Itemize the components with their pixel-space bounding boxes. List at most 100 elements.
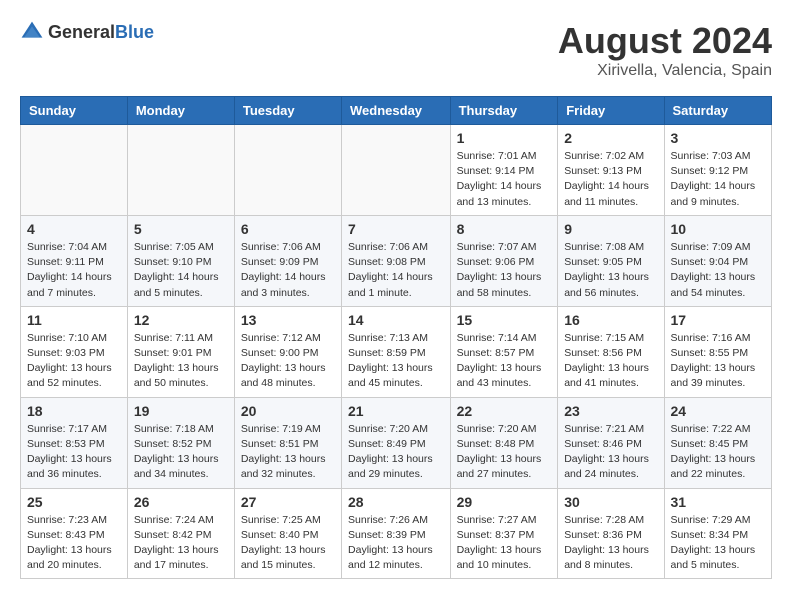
day-number: 5 bbox=[134, 221, 228, 237]
calendar-cell: 26 Sunrise: 7:24 AM Sunset: 8:42 PM Dayli… bbox=[127, 488, 234, 579]
day-info: Sunrise: 7:12 AM Sunset: 9:00 PM Dayligh… bbox=[241, 331, 335, 392]
calendar-cell: 2 Sunrise: 7:02 AM Sunset: 9:13 PM Daylig… bbox=[558, 125, 664, 216]
calendar-cell: 5Sunrise: 7:05 AM Sunset: 9:10 PM Daylig… bbox=[127, 215, 234, 306]
calendar-cell: 9Sunrise: 7:08 AM Sunset: 9:05 PM Daylig… bbox=[558, 215, 664, 306]
day-info: Sunrise: 7:18 AM Sunset: 8:52 PM Dayligh… bbox=[134, 422, 228, 483]
logo: GeneralBlue bbox=[20, 20, 154, 44]
day-info: Sunrise: 7:17 AM Sunset: 8:53 PM Dayligh… bbox=[27, 422, 121, 483]
weekday-header-saturday: Saturday bbox=[664, 97, 771, 125]
day-number: 29 bbox=[457, 494, 552, 510]
day-number: 10 bbox=[671, 221, 765, 237]
calendar-cell: 15 Sunrise: 7:14 AM Sunset: 8:57 PM Dayli… bbox=[450, 306, 558, 397]
title-area: August 2024 Xirivella, Valencia, Spain bbox=[558, 20, 772, 80]
day-info: Sunrise: 7:04 AM Sunset: 9:11 PM Dayligh… bbox=[27, 240, 121, 301]
day-info: Sunrise: 7:13 AM Sunset: 8:59 PM Dayligh… bbox=[348, 331, 444, 392]
day-number: 4 bbox=[27, 221, 121, 237]
day-number: 8 bbox=[457, 221, 552, 237]
calendar-cell: 16 Sunrise: 7:15 AM Sunset: 8:56 PM Dayli… bbox=[558, 306, 664, 397]
calendar-cell: 14 Sunrise: 7:13 AM Sunset: 8:59 PM Dayli… bbox=[342, 306, 451, 397]
day-info: Sunrise: 7:09 AM Sunset: 9:04 PM Dayligh… bbox=[671, 240, 765, 301]
day-number: 16 bbox=[564, 312, 657, 328]
logo-blue-text: Blue bbox=[115, 22, 154, 42]
calendar-cell: 28 Sunrise: 7:26 AM Sunset: 8:39 PM Dayli… bbox=[342, 488, 451, 579]
calendar-cell: 20Sunrise: 7:19 AM Sunset: 8:51 PM Dayli… bbox=[234, 397, 341, 488]
day-info: Sunrise: 7:01 AM Sunset: 9:14 PM Dayligh… bbox=[457, 149, 552, 210]
day-info: Sunrise: 7:24 AM Sunset: 8:42 PM Dayligh… bbox=[134, 513, 228, 574]
day-info: Sunrise: 7:08 AM Sunset: 9:05 PM Dayligh… bbox=[564, 240, 657, 301]
weekday-header-wednesday: Wednesday bbox=[342, 97, 451, 125]
weekday-header-monday: Monday bbox=[127, 97, 234, 125]
calendar-cell: 12 Sunrise: 7:11 AM Sunset: 9:01 PM Dayli… bbox=[127, 306, 234, 397]
calendar-week-row: 18 Sunrise: 7:17 AM Sunset: 8:53 PM Dayli… bbox=[21, 397, 772, 488]
day-info: Sunrise: 7:07 AM Sunset: 9:06 PM Dayligh… bbox=[457, 240, 552, 301]
day-number: 6 bbox=[241, 221, 335, 237]
calendar-cell: 8 Sunrise: 7:07 AM Sunset: 9:06 PM Daylig… bbox=[450, 215, 558, 306]
day-number: 14 bbox=[348, 312, 444, 328]
day-number: 21 bbox=[348, 403, 444, 419]
month-title: August 2024 bbox=[558, 20, 772, 62]
day-number: 12 bbox=[134, 312, 228, 328]
day-info: Sunrise: 7:02 AM Sunset: 9:13 PM Dayligh… bbox=[564, 149, 657, 210]
day-info: Sunrise: 7:14 AM Sunset: 8:57 PM Dayligh… bbox=[457, 331, 552, 392]
day-info: Sunrise: 7:16 AM Sunset: 8:55 PM Dayligh… bbox=[671, 331, 765, 392]
calendar-cell: 4 Sunrise: 7:04 AM Sunset: 9:11 PM Daylig… bbox=[21, 215, 128, 306]
day-number: 27 bbox=[241, 494, 335, 510]
day-number: 24 bbox=[671, 403, 765, 419]
calendar-cell bbox=[127, 125, 234, 216]
calendar-cell: 1 Sunrise: 7:01 AM Sunset: 9:14 PM Daylig… bbox=[450, 125, 558, 216]
calendar-cell: 6 Sunrise: 7:06 AM Sunset: 9:09 PM Daylig… bbox=[234, 215, 341, 306]
calendar-table: SundayMondayTuesdayWednesdayThursdayFrid… bbox=[20, 96, 772, 579]
day-info: Sunrise: 7:26 AM Sunset: 8:39 PM Dayligh… bbox=[348, 513, 444, 574]
calendar-cell: 22Sunrise: 7:20 AM Sunset: 8:48 PM Dayli… bbox=[450, 397, 558, 488]
weekday-header-tuesday: Tuesday bbox=[234, 97, 341, 125]
calendar-cell: 11Sunrise: 7:10 AM Sunset: 9:03 PM Dayli… bbox=[21, 306, 128, 397]
day-info: Sunrise: 7:22 AM Sunset: 8:45 PM Dayligh… bbox=[671, 422, 765, 483]
weekday-header-friday: Friday bbox=[558, 97, 664, 125]
location-title: Xirivella, Valencia, Spain bbox=[558, 62, 772, 80]
calendar-cell: 24 Sunrise: 7:22 AM Sunset: 8:45 PM Dayli… bbox=[664, 397, 771, 488]
day-number: 18 bbox=[27, 403, 121, 419]
calendar-week-row: 11Sunrise: 7:10 AM Sunset: 9:03 PM Dayli… bbox=[21, 306, 772, 397]
calendar-cell: 27Sunrise: 7:25 AM Sunset: 8:40 PM Dayli… bbox=[234, 488, 341, 579]
logo-icon bbox=[20, 20, 44, 44]
day-info: Sunrise: 7:15 AM Sunset: 8:56 PM Dayligh… bbox=[564, 331, 657, 392]
calendar-cell bbox=[342, 125, 451, 216]
day-number: 28 bbox=[348, 494, 444, 510]
calendar-cell: 17 Sunrise: 7:16 AM Sunset: 8:55 PM Dayli… bbox=[664, 306, 771, 397]
calendar-week-row: 4 Sunrise: 7:04 AM Sunset: 9:11 PM Daylig… bbox=[21, 215, 772, 306]
calendar-cell bbox=[21, 125, 128, 216]
calendar-cell: 13 Sunrise: 7:12 AM Sunset: 9:00 PM Dayli… bbox=[234, 306, 341, 397]
day-number: 7 bbox=[348, 221, 444, 237]
day-number: 30 bbox=[564, 494, 657, 510]
day-info: Sunrise: 7:23 AM Sunset: 8:43 PM Dayligh… bbox=[27, 513, 121, 574]
day-number: 23 bbox=[564, 403, 657, 419]
day-number: 1 bbox=[457, 130, 552, 146]
day-info: Sunrise: 7:11 AM Sunset: 9:01 PM Dayligh… bbox=[134, 331, 228, 392]
day-info: Sunrise: 7:29 AM Sunset: 8:34 PM Dayligh… bbox=[671, 513, 765, 574]
day-info: Sunrise: 7:20 AM Sunset: 8:49 PM Dayligh… bbox=[348, 422, 444, 483]
day-number: 19 bbox=[134, 403, 228, 419]
day-info: Sunrise: 7:06 AM Sunset: 9:09 PM Dayligh… bbox=[241, 240, 335, 301]
day-number: 2 bbox=[564, 130, 657, 146]
logo-general-text: General bbox=[48, 22, 115, 42]
calendar-week-row: 25 Sunrise: 7:23 AM Sunset: 8:43 PM Dayli… bbox=[21, 488, 772, 579]
day-number: 13 bbox=[241, 312, 335, 328]
weekday-header-thursday: Thursday bbox=[450, 97, 558, 125]
day-number: 26 bbox=[134, 494, 228, 510]
day-number: 25 bbox=[27, 494, 121, 510]
calendar-cell: 7Sunrise: 7:06 AM Sunset: 9:08 PM Daylig… bbox=[342, 215, 451, 306]
calendar-cell: 30 Sunrise: 7:28 AM Sunset: 8:36 PM Dayli… bbox=[558, 488, 664, 579]
calendar-cell: 29 Sunrise: 7:27 AM Sunset: 8:37 PM Dayli… bbox=[450, 488, 558, 579]
calendar-cell: 10 Sunrise: 7:09 AM Sunset: 9:04 PM Dayli… bbox=[664, 215, 771, 306]
day-info: Sunrise: 7:28 AM Sunset: 8:36 PM Dayligh… bbox=[564, 513, 657, 574]
day-info: Sunrise: 7:27 AM Sunset: 8:37 PM Dayligh… bbox=[457, 513, 552, 574]
day-info: Sunrise: 7:03 AM Sunset: 9:12 PM Dayligh… bbox=[671, 149, 765, 210]
calendar-cell: 23Sunrise: 7:21 AM Sunset: 8:46 PM Dayli… bbox=[558, 397, 664, 488]
page-header: GeneralBlue August 2024 Xirivella, Valen… bbox=[20, 20, 772, 80]
day-number: 11 bbox=[27, 312, 121, 328]
day-number: 15 bbox=[457, 312, 552, 328]
day-number: 17 bbox=[671, 312, 765, 328]
calendar-cell: 25 Sunrise: 7:23 AM Sunset: 8:43 PM Dayli… bbox=[21, 488, 128, 579]
day-number: 3 bbox=[671, 130, 765, 146]
day-info: Sunrise: 7:19 AM Sunset: 8:51 PM Dayligh… bbox=[241, 422, 335, 483]
